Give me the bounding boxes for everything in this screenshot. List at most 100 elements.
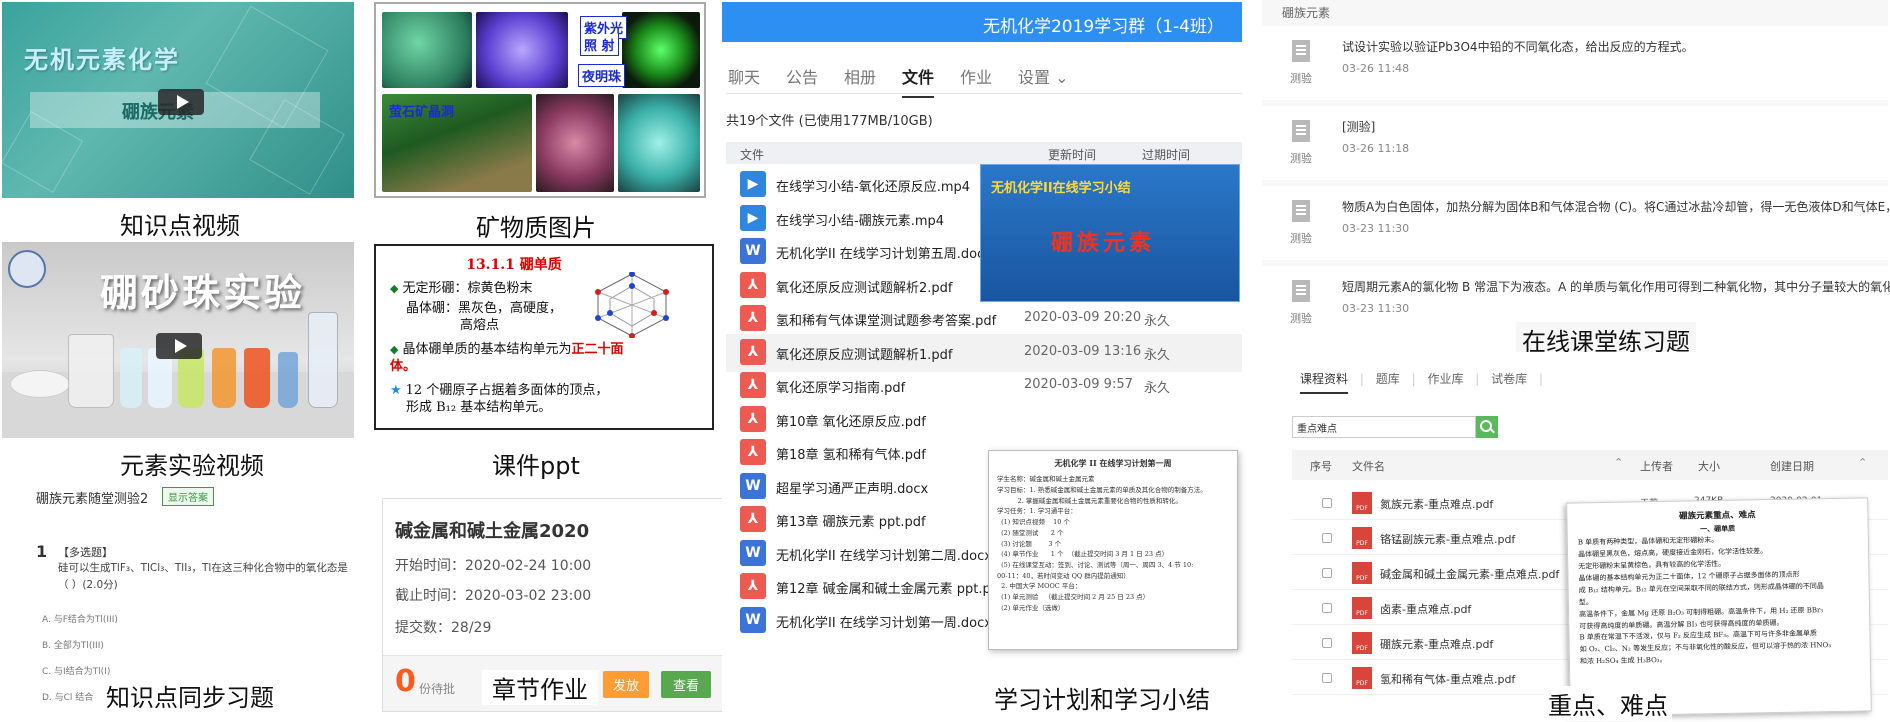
video-title: 无机元素化学 (24, 46, 180, 74)
group-tabs: 聊天 公告 相册 文件 作业 设置 ⌄ (726, 60, 1242, 98)
file-name[interactable]: 无机化学II 在线学习计划第一周.docx (776, 612, 992, 631)
tab-album[interactable]: 相册 (844, 64, 876, 88)
tab-chat[interactable]: 聊天 (728, 64, 760, 88)
tab-question-bank[interactable]: 题库 (1376, 372, 1400, 386)
exercise-time: 03-26 11:18 (1342, 142, 1410, 155)
file-name[interactable]: 碱金属和碱土金属元素-重点难点.pdf (1380, 566, 1559, 582)
file-name[interactable]: 氧化还原反应测试题解析2.pdf (776, 277, 952, 296)
option-b[interactable]: B. 全部为Tl(III) (42, 638, 104, 651)
dish (10, 370, 70, 398)
tab-files[interactable]: 文件 (902, 64, 935, 98)
file-name[interactable]: 氮族元素-重点难点.pdf (1380, 496, 1493, 512)
pending-count: 0 (395, 664, 416, 699)
col-name[interactable]: 文件名 (1352, 458, 1385, 474)
file-row[interactable]: ⅄ 氢和稀有气体课堂测试题参考答案.pdf 2020-03-09 20:20 永久 (726, 300, 1242, 338)
tab-homework[interactable]: 作业 (960, 64, 992, 88)
knowledge-video-player[interactable]: 无机元素化学 硼族元素 (2, 2, 354, 198)
tab-announcement[interactable]: 公告 (786, 64, 818, 88)
quiz-doc-icon (1292, 120, 1310, 142)
option-c[interactable]: C. 与I结合为Tl(I) (42, 664, 110, 677)
row-checkbox[interactable] (1322, 498, 1332, 508)
show-answer-button[interactable]: 显示答案 (162, 487, 214, 506)
file-row[interactable]: ⅄ 第10章 氧化还原反应.pdf (726, 401, 1242, 439)
row-checkbox[interactable] (1322, 568, 1332, 578)
exercise-item[interactable]: 测验 物质A为白色固体，加热分解为固体B和气体混合物 (C)。将C通过冰盐冷却管，… (1262, 186, 1890, 260)
tab-homework-bank[interactable]: 作业库 (1427, 372, 1463, 386)
sort-icon[interactable]: ⌃ (1614, 456, 1623, 469)
exercise-question[interactable]: [测验] (1342, 118, 1375, 135)
slide-line: ◆ 晶体硼单质的基本结构单元为正二十面体。 (390, 341, 624, 375)
fluorite-cave-label: 萤石矿晶洞 (389, 105, 455, 120)
quiz-label: 测验 (1290, 312, 1312, 325)
file-name[interactable]: 第18章 氢和稀有气体.pdf (776, 444, 926, 463)
homework-start: 开始时间：2020-02-24 10:00 (395, 558, 592, 574)
file-name[interactable]: 第12章 碱金属和碱土金属元素 ppt.pdf (776, 578, 1004, 597)
view-button[interactable]: 查看 (661, 671, 712, 698)
file-name[interactable]: 超星学习通严正声明.docx (776, 478, 928, 497)
exercise-item[interactable]: 测验 试设计实验以验证Pb3O4中铅的不同氧化态，给出反应的方程式。 03-26 1… (1262, 26, 1888, 100)
caption-sync-exercises: 知识点同步习题 (102, 678, 278, 713)
question-type: 【多选题】 (58, 546, 113, 559)
pdf-file-icon: PDF (1352, 667, 1372, 689)
exercise-time: 03-23 11:30 (1342, 222, 1410, 235)
experiment-video-player[interactable]: 硼砂珠实验 (2, 242, 354, 438)
plan-line: (1) 知识点视频 10 个 (997, 518, 1071, 527)
test-bottle (212, 348, 236, 408)
search-input[interactable]: 重点难点 (1292, 416, 1476, 438)
slide-line: 形成 B₁₂ 基本结构单元。 (406, 400, 552, 416)
file-name[interactable]: 在线学习小结-硼族元素.mp4 (776, 210, 944, 229)
file-name[interactable]: 氧化还原反应测试题解析1.pdf (776, 344, 952, 363)
file-name[interactable]: 第13章 硼族元素 ppt.pdf (776, 511, 926, 530)
file-name[interactable]: 卤素-重点难点.pdf (1380, 601, 1471, 617)
file-name[interactable]: 在线学习小结-氧化还原反应.mp4 (776, 176, 970, 195)
summary-video-thumbnail[interactable]: 无机化学II在线学习小结 硼族元素 (980, 164, 1240, 302)
sort-icon[interactable]: ⌃ (1858, 456, 1867, 469)
file-name[interactable]: 氢和稀有气体-重点难点.pdf (1380, 671, 1515, 687)
play-icon[interactable] (156, 333, 202, 359)
question-number: 1 (36, 542, 48, 561)
word-file-icon: W (740, 606, 766, 633)
file-name[interactable]: 氧化还原学习指南.pdf (776, 377, 905, 396)
file-updated: 2020-03-09 20:20 (1024, 310, 1142, 325)
quiz-doc-icon (1292, 40, 1310, 62)
exercise-question[interactable]: 物质A为白色固体，加热分解为固体B和气体混合物 (C)。将C通过冰盐冷却管，得一… (1342, 198, 1890, 215)
quiz-label: 测验 (1290, 232, 1312, 245)
word-file-icon: W (740, 238, 766, 264)
file-row[interactable]: ⅄ 氧化还原学习指南.pdf 2020-03-09 9:57 永久 (726, 367, 1242, 405)
file-name[interactable]: 第10章 氧化还原反应.pdf (776, 411, 926, 430)
option-a[interactable]: A. 与F结合为Tl(III) (42, 612, 118, 625)
tab-settings[interactable]: 设置 ⌄ (1018, 64, 1069, 88)
exercise-question[interactable]: 短周期元素A的氯化物 B 常温下为液态。A 的单质与氧化作用可得到二种氧化物，其… (1342, 278, 1890, 295)
file-row[interactable]: ⅄ 氧化还原反应测试题解析1.pdf 2020-03-09 13:16 永久 (726, 333, 1242, 372)
option-d[interactable]: D. 与Cl 结合 (42, 690, 93, 703)
row-checkbox[interactable] (1322, 603, 1332, 613)
file-name[interactable]: 无机化学II 在线学习计划第五周.docx (776, 243, 992, 262)
file-name[interactable]: 氢和稀有气体课堂测试题参考答案.pdf (776, 310, 996, 329)
study-plan-document: 无机化学 II 在线学习计划第一周 学生名称：碱金属和碱土金属元素 学习目标：1.… (988, 450, 1238, 650)
search-icon[interactable] (1476, 416, 1498, 438)
publish-button[interactable]: 发放 (603, 671, 650, 698)
file-name[interactable]: 硼族元素-重点难点.pdf (1380, 636, 1493, 652)
row-checkbox[interactable] (1322, 673, 1332, 683)
file-name[interactable]: 铬锰副族元素-重点难点.pdf (1380, 531, 1515, 547)
plan-line: (4) 章节作业 1 个 （截止提交时间 3 月 1 日 23 点） (997, 550, 1169, 559)
exercise-time: 03-26 11:48 (1342, 62, 1410, 75)
file-name[interactable]: 无机化学II 在线学习计划第二周.docx (776, 545, 992, 564)
row-checkbox[interactable] (1322, 533, 1332, 543)
quiz-doc-icon (1292, 200, 1310, 222)
icosahedron-diagram (595, 272, 669, 338)
university-logo (8, 250, 46, 288)
col-size: 大小 (1698, 460, 1720, 473)
plan-line: 学习目标：1. 熟悉碱金属和碱土金属元素的单质及其化合物的制备方法。 (997, 485, 1207, 494)
play-icon[interactable] (158, 89, 204, 115)
row-checkbox[interactable] (1322, 638, 1332, 648)
homework-end: 截止时间：2020-03-02 23:00 (395, 588, 592, 604)
exercise-item[interactable]: 测验 [测验] 03-26 11:18 (1262, 106, 1888, 180)
tab-course-materials[interactable]: 课程资料 (1300, 372, 1349, 394)
tab-paper-bank[interactable]: 试卷库 (1491, 372, 1527, 386)
exercise-question[interactable]: 试设计实验以验证Pb3O4中铅的不同氧化态，给出反应的方程式。 (1342, 38, 1694, 55)
col-created[interactable]: 创建日期 (1770, 458, 1814, 474)
pdf-file-icon: PDF (1352, 527, 1372, 549)
file-table-header: 文件 更新时间 过期时间 (726, 142, 1242, 164)
caption-key-points: 重点、难点 (1544, 686, 1672, 721)
